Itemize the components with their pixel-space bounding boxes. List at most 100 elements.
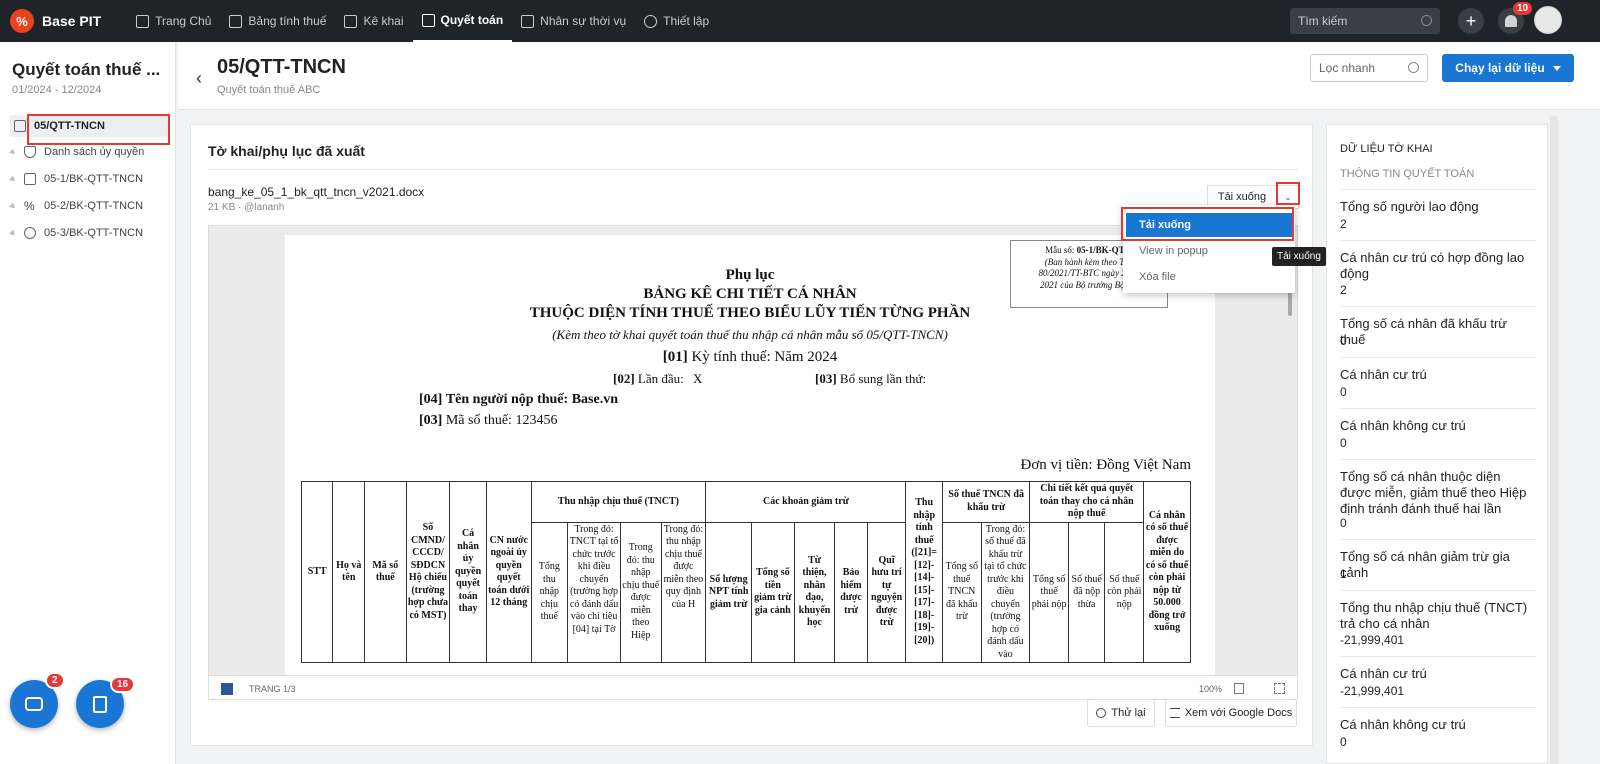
layers-icon <box>24 173 36 185</box>
doc-currency: Đơn vị tiền: Đồng Việt Nam <box>1020 457 1192 473</box>
doc-tax-code: [03] Mã số thuế: 123456 <box>419 413 558 428</box>
document-viewer[interactable]: Mẫu số: 05-1/BK-QTT- (Ban hành kèm theo … <box>208 225 1298 700</box>
highlight-box-download <box>1121 207 1294 241</box>
app-name: Base PIT <box>42 13 102 29</box>
rerun-data-button[interactable]: Chạy lại dữ liệu <box>1442 54 1574 82</box>
nav-settings[interactable]: Thiết lập <box>635 0 718 42</box>
settlement-period: 01/2024 - 12/2024 <box>12 84 102 96</box>
file-meta: 21 KB · @lananh <box>208 202 285 213</box>
divider <box>1340 306 1536 307</box>
stat-value: -21,999,401 <box>1340 633 1405 647</box>
divider <box>1340 590 1536 591</box>
col-overpaid: Số thuế đã nộp thừa <box>1067 521 1106 663</box>
stat-value: 2 <box>1340 283 1347 297</box>
panel-title: DỮ LIỆU TỜ KHAI <box>1340 143 1433 155</box>
viewer-footer: TRANG 1/3 100% <box>209 675 1297 699</box>
stat-label: Cá nhân cư trú <box>1340 666 1427 681</box>
doc-heading-appendix: Phụ lục <box>725 267 775 283</box>
avatar[interactable] <box>1534 6 1562 34</box>
nav-seasonal-staff[interactable]: Nhân sự thời vụ <box>512 0 635 42</box>
add-button[interactable]: + <box>1458 8 1484 34</box>
stat-label: Cá nhân cư trú <box>1340 367 1427 382</box>
highlight-box-caret <box>1276 182 1300 205</box>
table-header-row: STT Họ và tên Mã số thuế Số CMND/ CCCD/ … <box>300 481 1191 663</box>
col-income-exempt: Trong đó: thu nhập chịu thuế được miễn t… <box>619 521 662 663</box>
declaration-data-panel: DỮ LIỆU TỜ KHAI THÔNG TIN QUYẾT TOÁN Tổn… <box>1326 124 1548 764</box>
caret-icon <box>9 148 17 156</box>
menu-item-delete-file[interactable]: Xóa file <box>1126 265 1292 289</box>
col-remaining: Số thuế còn phải nộp <box>1104 521 1145 663</box>
quick-filter-input[interactable]: Lọc nhanh <box>1310 54 1428 82</box>
zoom-level[interactable]: 100% <box>1199 684 1222 694</box>
retry-button[interactable]: Thử lại <box>1087 699 1155 727</box>
clipboard-check-icon <box>93 695 107 713</box>
back-button[interactable]: ‹ <box>196 68 202 89</box>
view-mode-icon[interactable] <box>1234 683 1244 694</box>
stat-value: 0 <box>1340 436 1347 450</box>
col-taxable: Thu nhập tính thuế ([21]=[12]-[14]-[15]-… <box>905 481 943 663</box>
chat-icon <box>25 697 43 711</box>
nav-tax-table[interactable]: Bảng tính thuế <box>220 0 335 42</box>
col-income-transfer: Trong đó: TNCT tại tổ chức trước khi điề… <box>567 521 621 663</box>
stat-value: 0 <box>1340 385 1347 399</box>
col-charity: Từ thiện, nhân đạo, khuyến học <box>793 521 836 663</box>
col-total-income: Tổng thu nhập chịu thuế <box>530 521 569 663</box>
gear-icon <box>644 14 658 28</box>
col-pension: Quĩ hưu trí tự nguyện được trừ <box>866 521 907 663</box>
divider <box>1340 240 1536 241</box>
doc-heading-title: BẢNG KÊ CHI TIẾT CÁ NHÂN <box>643 286 857 302</box>
col-stt: STT <box>300 481 334 663</box>
tasks-badge: 16 <box>110 676 136 693</box>
stat-label: Cá nhân không cư trú <box>1340 717 1466 732</box>
stat-label: Cá nhân cư trú có hợp đồng lao động <box>1340 250 1525 281</box>
form-icon <box>344 14 358 28</box>
chat-badge: 2 <box>45 672 65 689</box>
doc-first-time: [02] Lần đầu: X <box>613 371 703 386</box>
top-navbar: % Base PIT Trang Chủ Bảng tính thuế Kê k… <box>0 0 1600 42</box>
col-id: Số CMND/ CCCD/ SĐDCN Hộ chiếu (trường hợ… <box>405 481 451 663</box>
checklist-icon <box>421 13 435 27</box>
divider <box>1340 656 1536 657</box>
divider <box>1340 707 1536 708</box>
view-google-docs-button[interactable]: Xem với Google Docs <box>1165 699 1297 727</box>
fullscreen-icon[interactable] <box>1274 683 1285 694</box>
detail-table: STT Họ và tên Mã số thuế Số CMND/ CCCD/ … <box>300 481 1191 663</box>
caret-icon <box>9 202 17 210</box>
nav-settlement[interactable]: Quyết toán <box>412 0 513 42</box>
doc-supplement: [03] Bổ sung lần thứ: <box>815 371 927 386</box>
file-name[interactable]: bang_ke_05_1_bk_qtt_tncn_v2021.docx <box>208 185 424 199</box>
settlement-title: Quyết toán thuế ... <box>12 60 161 79</box>
divider <box>208 169 1298 170</box>
nav-home[interactable]: Trang Chủ <box>127 0 220 42</box>
page-title: 05/QTT-TNCN <box>217 56 346 78</box>
doc-note: (Kèm theo tờ khai quyết toán thuế thu nh… <box>552 327 948 342</box>
sidebar-item-05-3[interactable]: 05-3/BK-QTT-TNCN <box>9 227 143 239</box>
search-icon <box>1421 15 1432 26</box>
sidebar-item-05-1[interactable]: 05-1/BK-QTT-TNCN <box>9 173 143 185</box>
col-exempt-small: Cá nhân có số thuế được miễn do có số th… <box>1143 481 1191 663</box>
divider <box>1340 539 1536 540</box>
download-tooltip: Tải xuống <box>1272 247 1326 266</box>
stat-label: Tổng thu nhập chịu thuế (TNCT) trả cho c… <box>1340 600 1528 631</box>
app-logo[interactable]: % Base PIT <box>10 9 101 33</box>
percent-icon: % <box>24 199 35 213</box>
global-search-input[interactable]: Tìm kiếm <box>1290 8 1440 34</box>
col-insurance: Bảo hiểm được trừ <box>834 521 868 663</box>
col-deduct-group: Các khoản giảm trừ <box>705 481 907 523</box>
sidebar-item-05-2[interactable]: % 05-2/BK-QTT-TNCN <box>9 199 143 213</box>
main-nav: Trang Chủ Bảng tính thuế Kê khai Quyết t… <box>127 0 718 42</box>
swap-icon <box>1169 708 1180 718</box>
divider <box>1340 459 1536 460</box>
panel-section: THÔNG TIN QUYẾT TOÁN <box>1340 168 1475 180</box>
page-header: ‹ 05/QTT-TNCN Quyết toán thuế ABC Lọc nh… <box>178 42 1600 110</box>
doc-heading-subtitle: THUỘC DIỆN TÍNH THUẾ THEO BIỂU LŨY TIẾN … <box>529 305 971 321</box>
menu-item-view-popup[interactable]: View in popup <box>1126 239 1292 263</box>
add-person-icon <box>24 227 36 239</box>
sidebar-item-authorization-list[interactable]: Danh sách ủy quyền <box>9 146 144 158</box>
stat-value: 0 <box>1340 334 1347 348</box>
page-indicator: TRANG 1/3 <box>249 684 296 694</box>
nav-declaration[interactable]: Kê khai <box>335 0 412 42</box>
highlight-box-sidebar <box>27 114 170 145</box>
person-icon <box>521 14 535 28</box>
page-scrollbar[interactable] <box>1550 116 1558 764</box>
